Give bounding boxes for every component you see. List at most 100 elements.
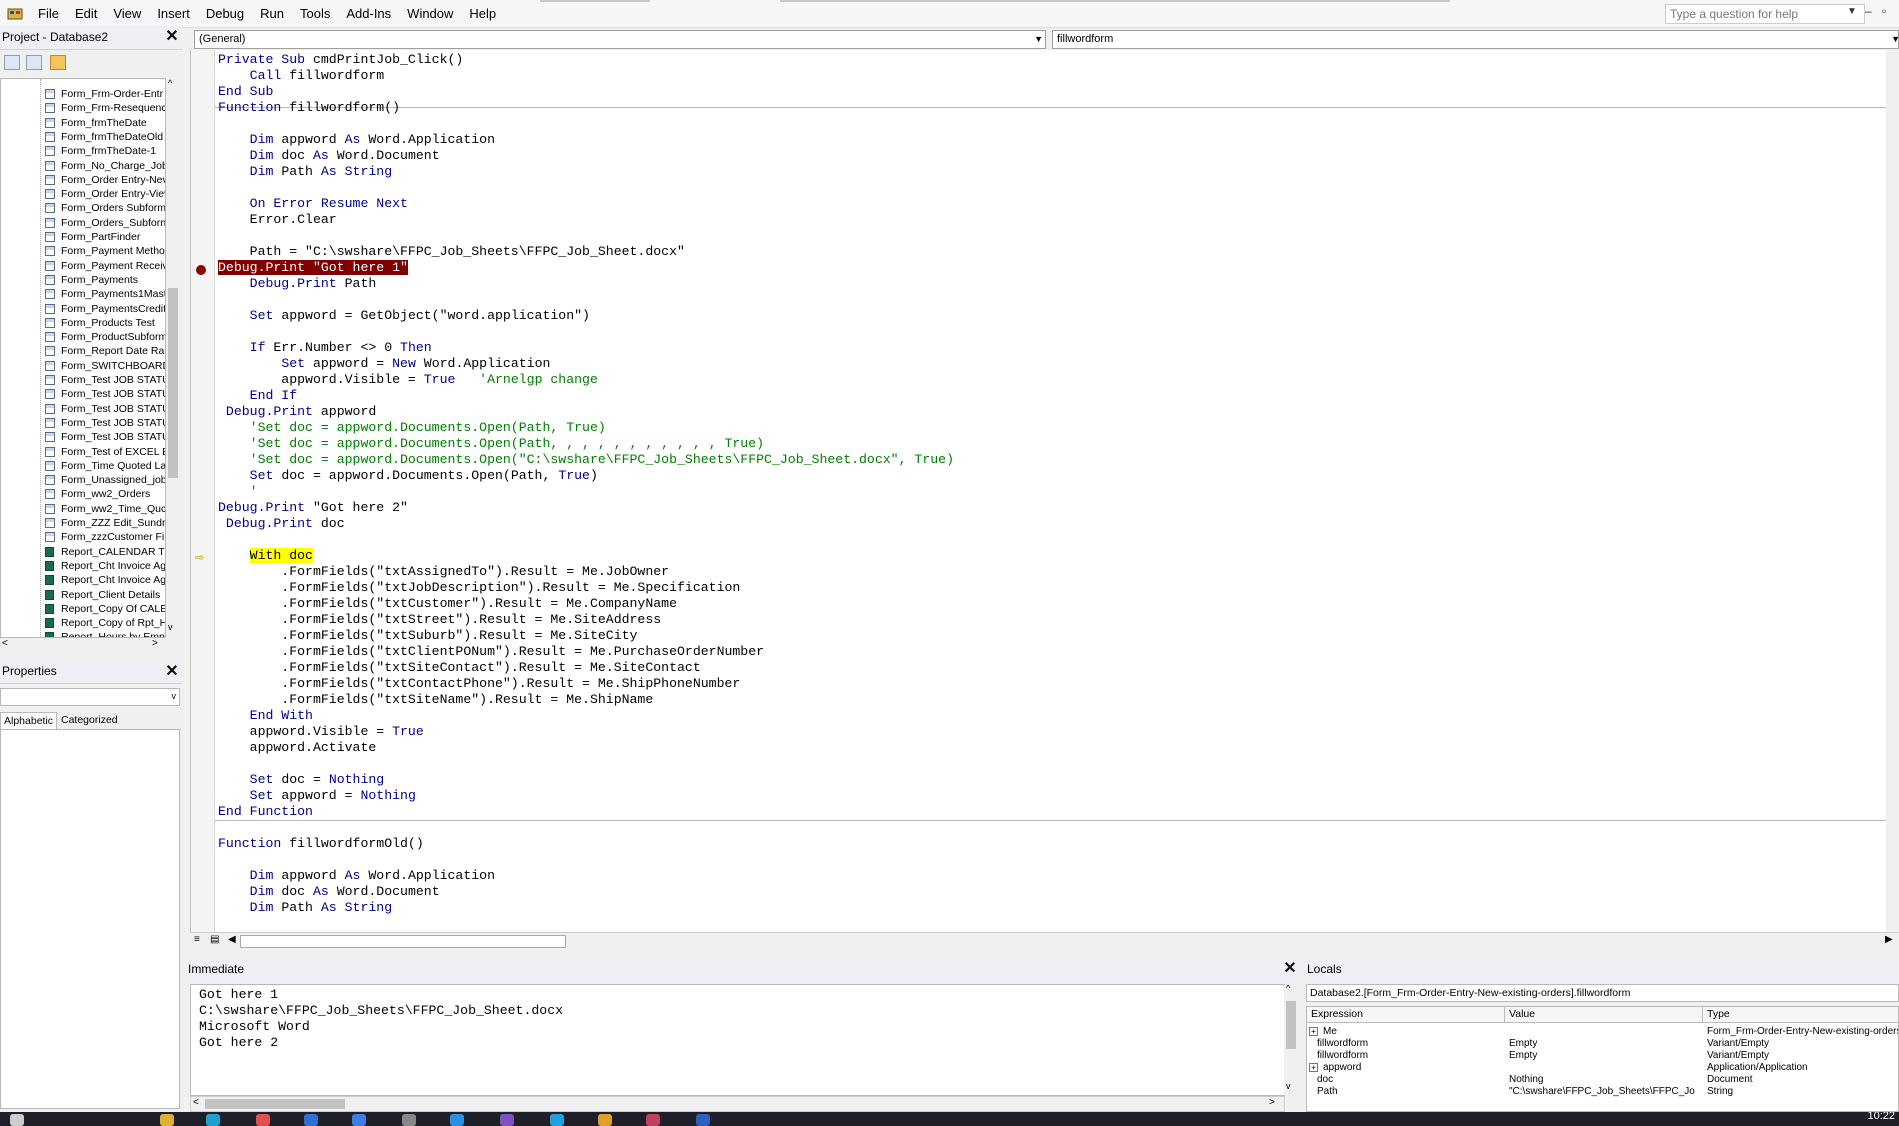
locals-expr-cell[interactable]: Path: [1317, 1085, 1497, 1099]
word-icon[interactable]: [696, 1114, 710, 1126]
code-line[interactable]: Error.Clear: [218, 212, 954, 228]
scroll-left-icon[interactable]: ◀: [228, 934, 236, 945]
column-header-expression[interactable]: Expression: [1307, 1007, 1505, 1023]
code-line[interactable]: End Sub: [218, 84, 954, 100]
tree-item[interactable]: Form_frmTheDate: [45, 116, 147, 130]
app-icon[interactable]: [500, 1114, 514, 1126]
tree-item[interactable]: Form_ww2_Time_Quc: [45, 502, 165, 516]
close-icon[interactable]: ✕: [164, 664, 180, 680]
scroll-right-icon[interactable]: ▶: [1885, 934, 1893, 945]
tree-item[interactable]: Form_ww2_Orders: [45, 487, 150, 501]
code-line[interactable]: [218, 756, 954, 772]
tree-item[interactable]: Form_Payment Receiv: [45, 259, 165, 273]
code-line[interactable]: 'Set doc = appword.Documents.Open(Path, …: [218, 436, 954, 452]
tree-item[interactable]: Report_Copy Of CALEN: [45, 602, 165, 616]
tree-item[interactable]: Form_Test JOB STATU: [45, 387, 165, 401]
view-object-icon[interactable]: [26, 55, 42, 70]
code-line[interactable]: .FormFields("txtSiteName").Result = Me.S…: [218, 692, 954, 708]
code-line[interactable]: Debug.Print "Got here 2": [218, 500, 954, 516]
access-icon[interactable]: [646, 1114, 660, 1126]
tree-item[interactable]: Form_No_Charge_Job: [45, 159, 165, 173]
file-explorer-icon[interactable]: [160, 1114, 174, 1126]
code-line[interactable]: Debug.Print "Got here 1": [218, 260, 954, 276]
vba-app-icon[interactable]: [6, 6, 24, 22]
procedure-combo[interactable]: fillwordform ▼: [1052, 30, 1899, 49]
tree-item[interactable]: Form_Report Date Rar: [45, 344, 165, 358]
code-line[interactable]: .FormFields("txtContactPhone").Result = …: [218, 676, 954, 692]
tree-item[interactable]: Form_PartFinder: [45, 230, 140, 244]
code-line[interactable]: Dim doc As Word.Document: [218, 884, 954, 900]
tree-item[interactable]: Form_Orders_Subforn: [45, 216, 165, 230]
full-module-view-icon[interactable]: ▤: [210, 934, 219, 945]
tree-item[interactable]: Form_Orders Subform: [45, 201, 165, 215]
code-line[interactable]: .FormFields("txtClientPONum").Result = M…: [218, 644, 954, 660]
code-line[interactable]: [218, 292, 954, 308]
code-line[interactable]: [218, 324, 954, 340]
code-line[interactable]: appword.Visible = True: [218, 724, 954, 740]
code-line[interactable]: Set doc = Nothing: [218, 772, 954, 788]
menu-file[interactable]: File: [30, 0, 67, 28]
code-line[interactable]: [218, 228, 954, 244]
tree-item[interactable]: Report_Copy of Rpt_H: [45, 616, 165, 630]
code-line[interactable]: Path = "C:\swshare\FFPC_Job_Sheets\FFPC_…: [218, 244, 954, 260]
tree-item[interactable]: Form_zzzCustomer Fir: [45, 530, 165, 544]
menu-help[interactable]: Help: [461, 0, 504, 28]
tree-item[interactable]: Form_frmTheDate-1: [45, 144, 156, 158]
column-header-type[interactable]: Type: [1703, 1007, 1898, 1023]
code-line[interactable]: Set appword = GetObject("word.applicatio…: [218, 308, 954, 324]
tree-item[interactable]: Form_Frm-Order-Entr: [45, 87, 163, 101]
code-line[interactable]: On Error Resume Next: [218, 196, 954, 212]
toggle-folders-icon[interactable]: [50, 55, 66, 70]
tree-item[interactable]: Form_Time Quoted La: [45, 459, 165, 473]
column-header-value[interactable]: Value: [1505, 1007, 1703, 1023]
minimize-icon[interactable]: –: [1865, 4, 1872, 18]
code-line[interactable]: .FormFields("txtAssignedTo").Result = Me…: [218, 564, 954, 580]
tree-item[interactable]: Form_Test JOB STATU: [45, 402, 165, 416]
code-line[interactable]: .FormFields("txtJobDescription").Result …: [218, 580, 954, 596]
menu-window[interactable]: Window: [399, 0, 461, 28]
execution-arrow-icon[interactable]: ⇨: [195, 551, 204, 564]
scroll-thumb[interactable]: [168, 288, 178, 478]
menu-edit[interactable]: Edit: [67, 0, 105, 28]
immediate-window[interactable]: Got here 1 C:\swshare\FFPC_Job_Sheets\FF…: [190, 983, 1298, 1096]
app-icon[interactable]: [304, 1114, 318, 1126]
app-icon[interactable]: [402, 1114, 416, 1126]
tree-item[interactable]: Form_Payment Methoc: [45, 244, 165, 258]
code-line[interactable]: [218, 532, 954, 548]
help-dropdown-icon[interactable]: ▼: [1847, 6, 1857, 17]
scroll-up-icon[interactable]: ^: [168, 78, 172, 88]
code-line[interactable]: 'Set doc = appword.Documents.Open(Path, …: [218, 420, 954, 436]
scroll-down-icon[interactable]: v: [168, 622, 173, 632]
code-line[interactable]: Set appword = New Word.Application: [218, 356, 954, 372]
tree-item[interactable]: Report_Client Details: [45, 588, 160, 602]
scroll-left-icon[interactable]: <: [193, 1097, 199, 1108]
app-icon[interactable]: [352, 1114, 366, 1126]
code-hscrollbar[interactable]: ≡ ▤ ◀ ▶: [190, 932, 1899, 950]
chevron-down-icon[interactable]: ▼: [1034, 31, 1043, 48]
immediate-output[interactable]: Got here 1 C:\swshare\FFPC_Job_Sheets\FF…: [199, 987, 563, 1051]
code-line[interactable]: Call fillwordform: [218, 68, 954, 84]
code-line[interactable]: Function fillwordformOld(): [218, 836, 954, 852]
tree-item[interactable]: Form_Frm-Resequenc: [45, 101, 165, 115]
tree-item[interactable]: Form_PaymentsCredit: [45, 302, 165, 316]
edge-icon[interactable]: [206, 1114, 220, 1126]
close-icon[interactable]: ✕: [164, 29, 180, 45]
scroll-up-icon[interactable]: ^: [1286, 983, 1290, 993]
chevron-down-icon[interactable]: v: [172, 691, 177, 701]
code-line[interactable]: Dim Path As String: [218, 164, 954, 180]
locals-value-cell[interactable]: "C:\swshare\FFPC_Job_Sheets\FFPC_Jo: [1509, 1085, 1699, 1099]
tree-item[interactable]: Report_Cht Invoice Ag: [45, 559, 165, 573]
menu-run[interactable]: Run: [252, 0, 292, 28]
procedure-view-icon[interactable]: ≡: [194, 934, 200, 945]
scroll-thumb[interactable]: [205, 1099, 345, 1109]
tree-item[interactable]: Form_Test JOB STATU: [45, 373, 165, 387]
tree-item[interactable]: Report_Cht Invoice Ag: [45, 573, 165, 587]
code-line[interactable]: End With: [218, 708, 954, 724]
close-icon[interactable]: ✕: [1282, 961, 1298, 977]
scroll-thumb[interactable]: [240, 935, 566, 948]
tree-item[interactable]: Form_Order Entry-Nev: [45, 173, 165, 187]
menu-insert[interactable]: Insert: [149, 0, 198, 28]
expand-icon[interactable]: +: [1309, 1027, 1318, 1036]
tree-item[interactable]: Report_CALENDAR TES: [45, 545, 165, 559]
menu-tools[interactable]: Tools: [292, 0, 338, 28]
